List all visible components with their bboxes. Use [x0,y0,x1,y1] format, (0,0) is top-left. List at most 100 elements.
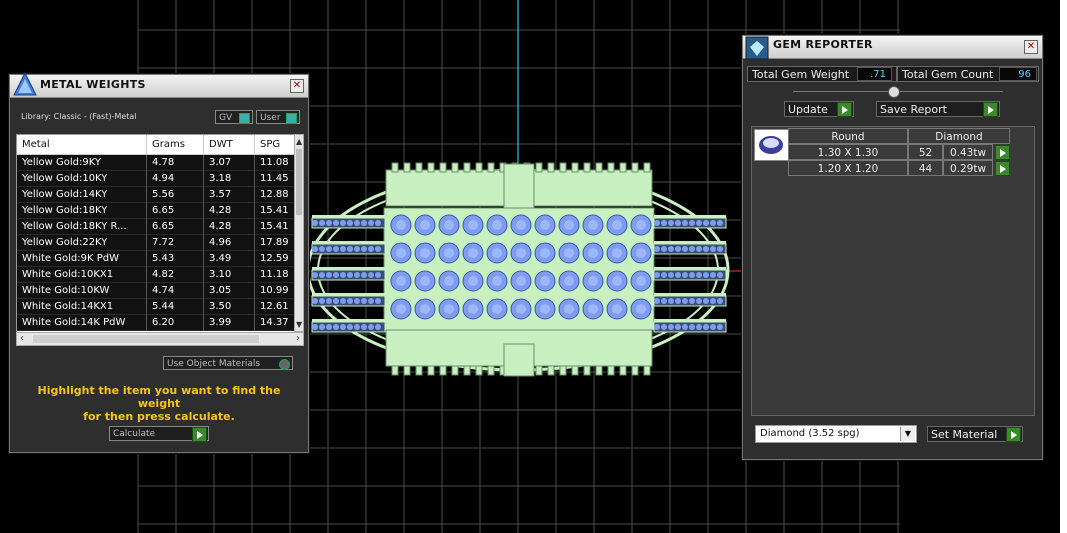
calculate-label: Calculate [113,429,156,439]
save-report-button[interactable]: Save Report [876,101,1000,117]
gem-reporter-titlebar[interactable]: GEM REPORTER ✕ [743,36,1042,60]
total-gem-weight-value: .71 [857,67,892,81]
scroll-thumb[interactable] [296,149,302,215]
diamond-report-icon [745,36,769,60]
ring-model [306,162,730,377]
cell-dwt: 3.57 [204,187,255,203]
update-button[interactable]: Update [784,101,854,117]
cell-metal: Yellow Gold:9KY [17,155,147,171]
radio-icon [279,359,290,370]
cell-dwt: 4.28 [204,203,255,219]
material-select[interactable]: Diamond (3.52 spg) ▼ [755,425,917,443]
cell-grams: 7.72 [147,235,204,251]
cell-spg: 11.08 [255,155,295,171]
metal-table-header: Metal Grams DWT SPG [17,135,295,155]
cell-grams: 4.78 [147,155,204,171]
cell-metal: Yellow Gold:22KY [17,235,147,251]
table-row[interactable]: White Gold:14K PdW 6.20 3.99 14.37 [17,315,295,331]
play-icon[interactable] [995,161,1010,176]
instruction-line-2: for then press calculate. [83,410,235,423]
chevron-down-icon[interactable]: ▼ [900,427,915,441]
set-material-button[interactable]: Set Material [927,426,1023,442]
scroll-left-icon[interactable]: ‹ [20,333,24,344]
close-icon[interactable]: ✕ [290,79,304,93]
gem-reporter-title: GEM REPORTER [773,38,873,51]
column-header-metal[interactable]: Metal [17,135,147,154]
play-icon [983,102,998,117]
column-header-material: Diamond [908,128,1010,144]
play-icon [192,427,207,442]
instruction-line-1: Highlight the item you want to find the … [37,384,281,410]
cell-metal: Yellow Gold:18KY [17,203,147,219]
save-report-label: Save Report [880,103,947,116]
cell-spg: 11.18 [255,267,295,283]
gv-toggle[interactable]: GV [215,110,253,124]
close-icon[interactable]: ✕ [1024,40,1038,54]
gem-count: 44 [908,160,943,176]
cell-dwt: 3.10 [204,267,255,283]
cell-metal: White Gold:10KW [17,283,147,299]
cell-grams: 4.74 [147,283,204,299]
total-gem-count-value: 96 [999,67,1037,81]
cell-grams: 4.94 [147,171,204,187]
cell-dwt: 3.05 [204,283,255,299]
metal-table-hscrollbar[interactable]: ‹ › [16,332,304,346]
update-label: Update [788,103,828,116]
use-object-materials-toggle[interactable]: Use Object Materials [163,356,293,370]
gem-list[interactable]: Round Diamond 1.30 X 1.30 52 0.43tw 1.20 X … [751,126,1035,416]
cell-dwt: 4.96 [204,235,255,251]
metal-weights-titlebar[interactable]: METAL WEIGHTS ✕ [10,71,308,98]
user-toggle[interactable]: User [256,110,300,124]
cell-dwt: 4.28 [204,219,255,235]
table-row[interactable]: Yellow Gold:18KY 6.65 4.28 15.41 [17,203,295,219]
scroll-right-icon[interactable]: › [296,333,300,344]
scroll-down-icon[interactable]: ▼ [296,320,302,329]
table-row[interactable]: Yellow Gold:10KY 4.94 3.18 11.45 [17,171,295,187]
table-row[interactable]: White Gold:10KW 4.74 3.05 10.99 [17,283,295,299]
table-row[interactable]: White Gold:10KX1 4.82 3.10 11.18 [17,267,295,283]
metal-table-vscrollbar[interactable]: ▲ ▼ [294,134,304,332]
cell-dwt: 3.99 [204,315,255,331]
cell-spg: 15.41 [255,219,295,235]
toggle-icon [286,113,297,124]
material-select-value: Diamond (3.52 spg) [760,428,860,439]
cell-grams: 6.20 [147,315,204,331]
play-icon [837,102,852,117]
use-object-materials-label: Use Object Materials [167,359,261,369]
table-row[interactable]: White Gold:14KX1 5.44 3.50 12.61 [17,299,295,315]
cell-metal: Yellow Gold:10KY [17,171,147,187]
scroll-up-icon[interactable]: ▲ [296,137,302,146]
table-row[interactable]: Yellow Gold:18KY R... 6.65 4.28 15.41 [17,219,295,235]
column-header-grams[interactable]: Grams [147,135,204,154]
table-row[interactable]: White Gold:9K PdW 5.43 3.49 12.59 [17,251,295,267]
column-header-spg[interactable]: SPG [255,135,295,154]
cell-metal: White Gold:14K PdW [17,315,147,331]
gem-weight: 0.29tw [943,160,993,176]
scroll-thumb[interactable] [33,335,259,343]
cell-grams: 5.56 [147,187,204,203]
splitter-handle-icon[interactable] [888,86,900,98]
column-header-dwt[interactable]: DWT [204,135,255,154]
user-toggle-label: User [260,113,281,123]
cell-metal: White Gold:10KX1 [17,267,147,283]
cell-grams: 6.65 [147,203,204,219]
cell-spg: 10.99 [255,283,295,299]
cell-dwt: 3.07 [204,155,255,171]
metal-table[interactable]: Metal Grams DWT SPG Yellow Gold:9KY 4.78 3… [16,134,296,334]
table-row[interactable]: Yellow Gold:22KY 7.72 4.96 17.89 [17,235,295,251]
cell-spg: 12.61 [255,299,295,315]
cell-spg: 12.59 [255,251,295,267]
cell-metal: Yellow Gold:18KY R... [17,219,147,235]
calculate-button[interactable]: Calculate [109,426,209,442]
cell-metal: White Gold:9K PdW [17,251,147,267]
gem-reporter-panel: GEM REPORTER ✕ Total Gem Weight .71 Tota… [742,35,1043,460]
instruction-text: Highlight the item you want to find the … [20,384,298,423]
play-icon [1006,427,1021,442]
gem-weight: 0.43tw [943,144,993,160]
play-icon[interactable] [995,145,1010,160]
cell-spg: 15.41 [255,203,295,219]
metal-weights-panel: METAL WEIGHTS ✕ Library: Classic - (Fast… [9,71,309,453]
table-row[interactable]: Yellow Gold:14KY 5.56 3.57 12.88 [17,187,295,203]
total-gem-count-label: Total Gem Count [902,68,994,81]
table-row[interactable]: Yellow Gold:9KY 4.78 3.07 11.08 [17,155,295,171]
